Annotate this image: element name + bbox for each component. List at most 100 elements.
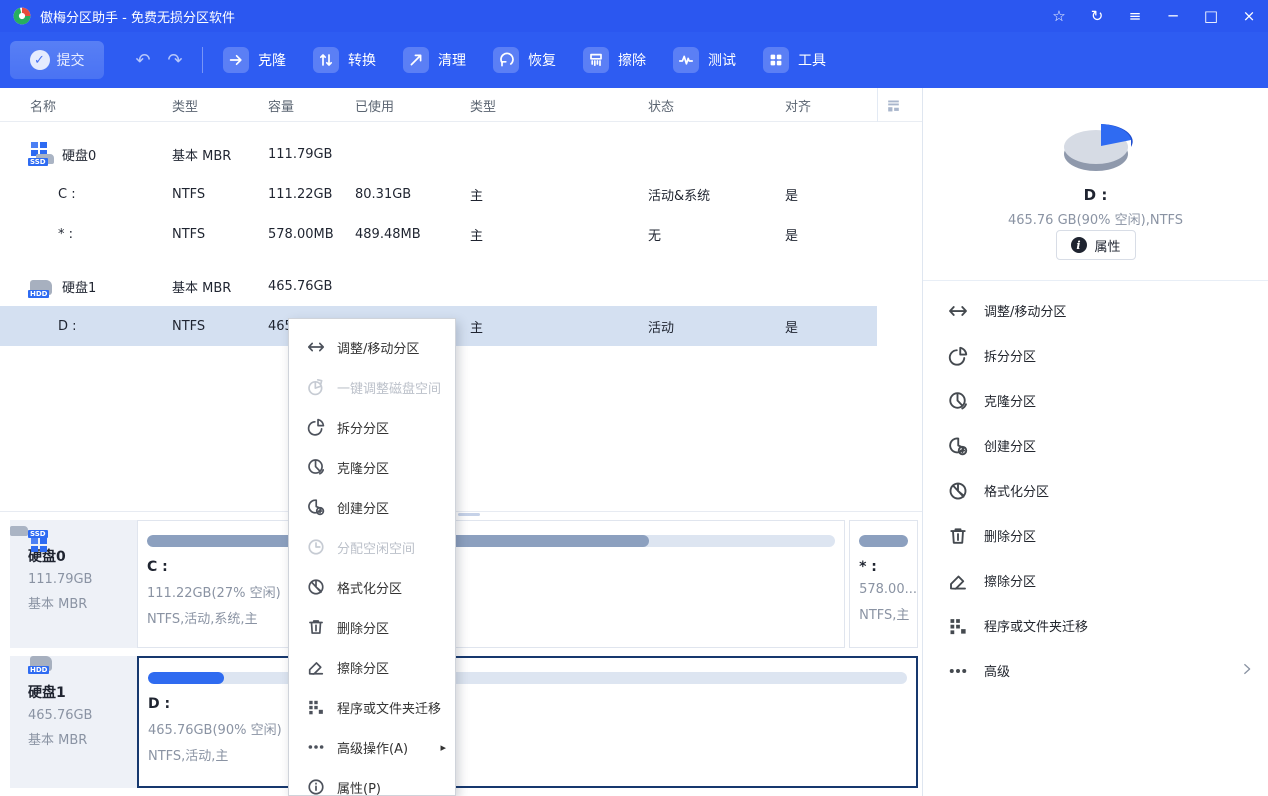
- menu-item-format[interactable]: 格式化分区: [289, 567, 455, 607]
- info-icon: i: [1070, 237, 1086, 253]
- tb-wipe-icon: [583, 47, 609, 73]
- sidebar-action-format[interactable]: 格式化分区: [923, 468, 1268, 513]
- properties-label: 属性: [1094, 236, 1120, 255]
- advanced-icon: [307, 738, 325, 756]
- close-icon[interactable]: ×: [1230, 0, 1268, 32]
- menu-item-split[interactable]: 拆分分区: [289, 407, 455, 447]
- usage-bar: [859, 535, 908, 547]
- column-header-1[interactable]: 类型: [172, 96, 268, 115]
- migrate-icon: [307, 698, 325, 716]
- type-cell: 基本 MBR: [172, 277, 268, 296]
- disk-info-box[interactable]: HDD 硬盘1 465.76GB 基本 MBR: [10, 656, 137, 788]
- menu-item-create[interactable]: 创建分区: [289, 487, 455, 527]
- toolbar-button-0[interactable]: 克隆: [223, 47, 286, 73]
- toolbar-button-6[interactable]: 工具: [763, 47, 826, 73]
- toolbar-button-label: 工具: [798, 50, 826, 70]
- minimize-icon[interactable]: ─: [1154, 0, 1192, 32]
- usage-bar: [148, 672, 907, 684]
- table-row-C[interactable]: C : NTFS 111.22GB 80.31GB 主 活动&系统 是: [0, 174, 922, 214]
- allocate-free-icon: [307, 538, 325, 556]
- disk-info-box[interactable]: SSD 硬盘0 111.79GB 基本 MBR: [10, 520, 137, 648]
- properties-button[interactable]: i 属性: [1055, 230, 1135, 260]
- sidebar-action-split[interactable]: 拆分分区: [923, 333, 1268, 378]
- disk-type: 基本 MBR: [28, 593, 137, 612]
- selected-drive-label: D :: [923, 186, 1268, 204]
- chevron-right-icon: [1240, 662, 1254, 680]
- format-icon: [948, 481, 968, 501]
- partition-label: D :: [148, 696, 916, 712]
- partition-block-C[interactable]: C : 111.22GB(27% 空闲) NTFS,活动,系统,主: [137, 520, 845, 648]
- horizontal-scrollbar[interactable]: [458, 513, 480, 516]
- toolbar-button-label: 清理: [438, 50, 466, 70]
- menu-item-clone[interactable]: 克隆分区: [289, 447, 455, 487]
- partition-label: * :: [859, 559, 917, 575]
- menu-item-delete[interactable]: 删除分区: [289, 607, 455, 647]
- table-row-star[interactable]: * : NTFS 578.00MB 489.48MB 主 无 是: [0, 214, 922, 254]
- menu-icon[interactable]: ≡: [1116, 0, 1154, 32]
- partition-filesystem: NTFS,活动,系统,主: [147, 608, 844, 627]
- sidebar-action-wipe[interactable]: 擦除分区: [923, 558, 1268, 603]
- column-header-0[interactable]: 名称: [0, 96, 172, 115]
- toolbar-button-3[interactable]: 恢复: [493, 47, 556, 73]
- sidebar-action-migrate[interactable]: 程序或文件夹迁移: [923, 603, 1268, 648]
- toolbar-button-label: 克隆: [258, 50, 286, 70]
- menu-item-one-key-adjust: 一键调整磁盘空间: [289, 367, 455, 407]
- panel-divider: [0, 511, 922, 512]
- undo-button[interactable]: ↶: [132, 50, 154, 71]
- submit-button[interactable]: ✓ 提交: [10, 41, 104, 79]
- tb-tools-icon: [763, 47, 789, 73]
- column-header-4[interactable]: 类型: [470, 96, 648, 115]
- partition-block-star[interactable]: * : 578.00... NTFS,主: [849, 520, 918, 648]
- column-header-3[interactable]: 已使用: [355, 96, 470, 115]
- sidebar-action-clone[interactable]: 克隆分区: [923, 378, 1268, 423]
- table-rows: SSD硬盘0 基本 MBR 111.79GB C : NTFS 111.22GB…: [0, 122, 922, 346]
- properties-icon: [307, 778, 325, 796]
- menu-item-migrate[interactable]: 程序或文件夹迁移: [289, 687, 455, 727]
- sidebar-action-create[interactable]: 创建分区: [923, 423, 1268, 468]
- capacity-cell: 578.00MB: [268, 227, 355, 242]
- type-cell: NTFS: [172, 187, 268, 202]
- status-cell: 活动: [648, 317, 785, 336]
- type-cell: NTFS: [172, 227, 268, 242]
- sidebar-action-delete[interactable]: 删除分区: [923, 513, 1268, 558]
- column-header-6[interactable]: 对齐: [785, 96, 877, 115]
- capacity-cell: 111.22GB: [268, 187, 355, 202]
- sidebar-action-resize-move[interactable]: 调整/移动分区: [923, 288, 1268, 333]
- status-cell: 活动&系统: [648, 185, 785, 204]
- refresh-icon[interactable]: ↻: [1078, 0, 1116, 32]
- toolbar-button-4[interactable]: 擦除: [583, 47, 646, 73]
- redo-button[interactable]: ↷: [164, 50, 186, 71]
- star-icon[interactable]: ☆: [1040, 0, 1078, 32]
- used-cell: 489.48MB: [355, 227, 470, 242]
- column-header-5[interactable]: 状态: [648, 96, 785, 115]
- table-row-0[interactable]: SSD硬盘0 基本 MBR 111.79GB: [0, 134, 922, 174]
- sidebar-action-advanced[interactable]: 高级: [923, 648, 1268, 693]
- column-header-2[interactable]: 容量: [268, 96, 355, 115]
- menu-item-wipe[interactable]: 擦除分区: [289, 647, 455, 687]
- status-cell: 无: [648, 225, 785, 244]
- capacity-cell: 111.79GB: [268, 147, 355, 162]
- partition-name-cell: D :: [0, 319, 172, 334]
- sidebar-actions: 调整/移动分区 拆分分区 克隆分区 创建分区 格式化分区 删除分区 擦除分区 程…: [923, 288, 1268, 693]
- sidebar-divider: [923, 280, 1268, 281]
- hdd-disk-icon: HDD: [28, 274, 54, 298]
- toolbar-button-2[interactable]: 清理: [403, 47, 466, 73]
- menu-item-properties[interactable]: 属性(P): [289, 767, 455, 796]
- resize-move-icon: [948, 301, 968, 321]
- partition-block-D[interactable]: D : 465.76GB(90% 空闲) NTFS,活动,主: [137, 656, 918, 788]
- menu-item-advanced[interactable]: 高级操作(A) ▸: [289, 727, 455, 767]
- table-row-1[interactable]: HDD硬盘1 基本 MBR 465.76GB: [0, 266, 922, 306]
- tb-clone-icon: [223, 47, 249, 73]
- toolbar-button-1[interactable]: 转换: [313, 47, 376, 73]
- disk-size: 465.76GB: [28, 708, 137, 723]
- menu-item-resize-move[interactable]: 调整/移动分区: [289, 327, 455, 367]
- disk-size: 111.79GB: [28, 572, 137, 587]
- view-options[interactable]: [877, 88, 922, 122]
- toolbar-button-5[interactable]: 测试: [673, 47, 736, 73]
- context-menu: 调整/移动分区 一键调整磁盘空间 拆分分区 克隆分区 创建分区 分配空闲空间 格…: [288, 318, 456, 796]
- advanced-icon: [948, 661, 968, 681]
- disk-name-cell: SSD硬盘0: [0, 142, 172, 166]
- maximize-icon[interactable]: □: [1192, 0, 1230, 32]
- wipe-icon: [948, 571, 968, 591]
- list-view-icon: [885, 97, 902, 114]
